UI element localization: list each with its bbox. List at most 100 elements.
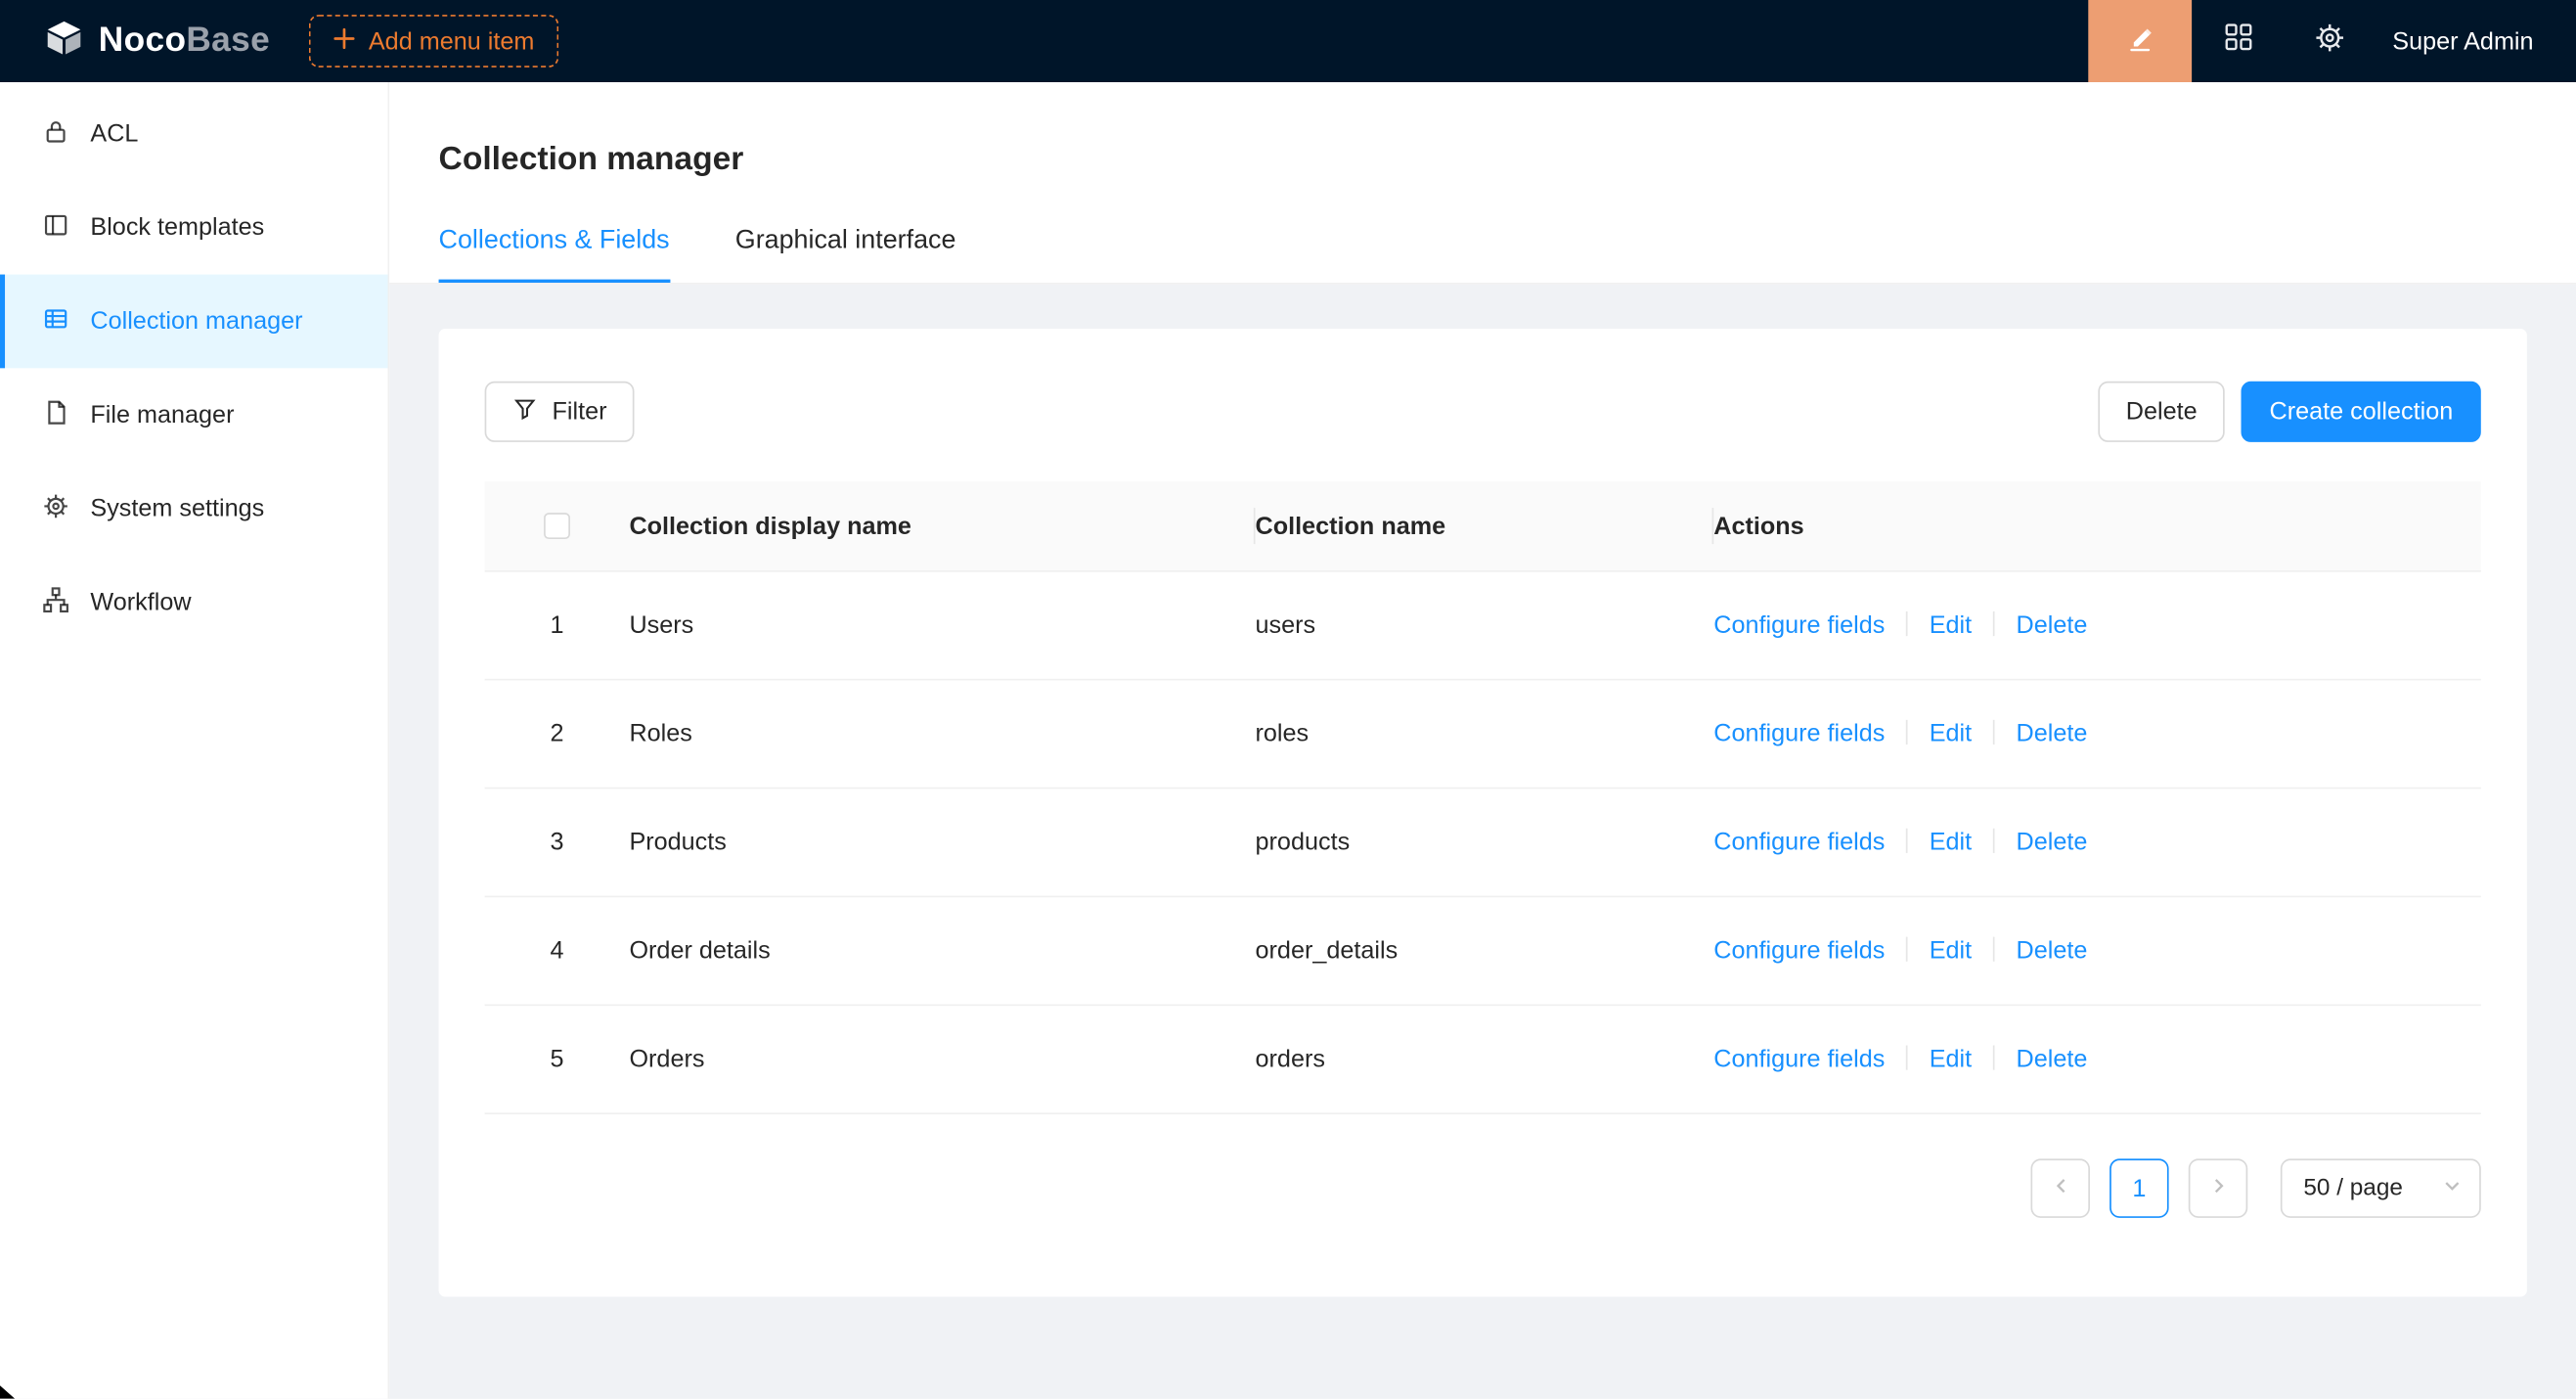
settings-button[interactable] xyxy=(2284,0,2376,82)
cell-display-name: Order details xyxy=(629,937,1255,966)
plugins-button[interactable] xyxy=(2192,0,2284,82)
cell-collection-name: order_details xyxy=(1256,937,1714,966)
configure-fields-link[interactable]: Configure fields xyxy=(1713,829,1885,857)
action-divider xyxy=(1993,937,1995,962)
edit-link[interactable]: Edit xyxy=(1930,829,1972,857)
cube-logo-icon xyxy=(43,16,86,67)
row-index: 2 xyxy=(485,720,630,748)
cell-collection-name: users xyxy=(1256,611,1714,640)
action-divider xyxy=(1906,829,1908,853)
select-all-checkbox[interactable] xyxy=(544,513,570,539)
sidebar-item-block-templates[interactable]: Block templates xyxy=(0,181,387,275)
add-menu-item-button[interactable]: Add menu item xyxy=(309,15,558,68)
sidebar-item-label: File manager xyxy=(90,401,234,429)
column-header-collection-name: Collection name xyxy=(1256,481,1714,570)
tab-collections-fields[interactable]: Collections & Fields xyxy=(439,227,670,283)
layout-icon xyxy=(43,211,69,245)
tab-graphical-interface[interactable]: Graphical interface xyxy=(735,227,956,283)
edit-link[interactable]: Edit xyxy=(1930,937,1972,966)
app-root: NocoBase Add menu item xyxy=(0,0,2576,1399)
sidebar-item-label: Block templates xyxy=(90,213,264,242)
table-icon xyxy=(43,305,69,338)
action-divider xyxy=(1906,1045,1908,1069)
lock-icon xyxy=(43,117,69,151)
sidebar-item-system-settings[interactable]: System settings xyxy=(0,462,387,556)
action-divider xyxy=(1993,720,1995,745)
cell-actions: Configure fields Edit Delete xyxy=(1713,937,2481,966)
cursor-artifact xyxy=(0,1385,15,1398)
page-number-1[interactable]: 1 xyxy=(2110,1158,2168,1217)
content-area: Filter Delete Create collection Collecti… xyxy=(389,285,2576,1399)
sidebar-item-file-manager[interactable]: File manager xyxy=(0,368,387,462)
edit-link[interactable]: Edit xyxy=(1930,1045,1972,1073)
settings-sidebar: ACL Block templates Collection manager xyxy=(0,82,389,1399)
row-index: 4 xyxy=(485,937,630,966)
apps-grid-icon xyxy=(2224,23,2252,60)
row-index: 1 xyxy=(485,611,630,640)
table-row: 2 Roles roles Configure fields Edit Delete xyxy=(485,681,2481,790)
collections-table: Collection display name Collection name … xyxy=(485,481,2481,1114)
sidebar-item-label: Workflow xyxy=(90,588,191,616)
gear-icon xyxy=(2315,23,2344,61)
current-user-menu[interactable]: Super Admin xyxy=(2376,27,2576,56)
cell-display-name: Orders xyxy=(629,1045,1255,1073)
table-row: 1 Users users Configure fieldsEditDelete xyxy=(485,572,2481,681)
chevron-down-icon xyxy=(2443,1175,2461,1201)
create-collection-button[interactable]: Create collection xyxy=(2242,382,2481,442)
sidebar-item-collection-manager[interactable]: Collection manager xyxy=(0,275,387,369)
plus-icon xyxy=(334,27,356,56)
page-title: Collection manager xyxy=(439,136,2527,182)
workflow-icon xyxy=(43,586,69,619)
delete-button[interactable]: Delete xyxy=(2098,382,2225,442)
cell-collection-name: roles xyxy=(1256,720,1714,748)
table-row: 4 Order details order_details Configure … xyxy=(485,897,2481,1006)
delete-link[interactable]: Delete xyxy=(2017,829,2088,857)
tab-bar: Collections & Fields Graphical interface xyxy=(439,227,2527,283)
table-row: 5 Orders orders Configure fieldsEditDele… xyxy=(485,1006,2481,1114)
page-size-value: 50 / page xyxy=(2303,1175,2403,1201)
configure-fields-link[interactable]: Configure fields xyxy=(1713,937,1885,966)
delete-link[interactable]: Delete xyxy=(2017,720,2088,748)
sidebar-item-label: Collection manager xyxy=(90,307,302,336)
table-row: 3 Products products Configure fieldsEdit… xyxy=(485,789,2481,897)
next-page-button[interactable] xyxy=(2189,1158,2247,1217)
action-divider xyxy=(1993,1045,1995,1069)
action-divider xyxy=(1993,829,1995,853)
sidebar-item-workflow[interactable]: Workflow xyxy=(0,556,387,650)
collections-card: Filter Delete Create collection Collecti… xyxy=(439,329,2527,1297)
delete-link[interactable]: Delete xyxy=(2017,1045,2088,1073)
action-divider xyxy=(1906,937,1908,962)
delete-link[interactable]: Delete xyxy=(2017,937,2088,966)
page-size-select[interactable]: 50 / page xyxy=(2281,1158,2481,1217)
column-header-actions: Actions xyxy=(1713,481,2481,570)
sidebar-item-label: ACL xyxy=(90,120,138,149)
row-index: 3 xyxy=(485,829,630,857)
delete-link[interactable]: Delete xyxy=(2017,611,2088,640)
chevron-left-icon xyxy=(2051,1174,2068,1203)
prev-page-button[interactable] xyxy=(2030,1158,2089,1217)
action-divider xyxy=(1906,611,1908,636)
cell-display-name: Roles xyxy=(629,720,1255,748)
edit-link[interactable]: Edit xyxy=(1930,611,1972,640)
cell-collection-name: products xyxy=(1256,829,1714,857)
highlighter-icon xyxy=(2124,22,2155,61)
sidebar-item-acl[interactable]: ACL xyxy=(0,87,387,181)
edit-link[interactable]: Edit xyxy=(1930,720,1972,748)
top-header: NocoBase Add menu item xyxy=(0,0,2576,82)
chevron-right-icon xyxy=(2209,1174,2227,1203)
logo-text: NocoBase xyxy=(99,22,270,61)
configure-fields-link[interactable]: Configure fields xyxy=(1713,611,1885,640)
action-divider xyxy=(1993,611,1995,636)
file-icon xyxy=(43,398,69,431)
header-right-cluster: Super Admin xyxy=(2088,0,2576,82)
configure-fields-link[interactable]: Configure fields xyxy=(1713,720,1885,748)
cell-actions: Configure fields Edit Delete xyxy=(1713,720,2481,748)
table-header-row: Collection display name Collection name … xyxy=(485,481,2481,571)
configure-fields-link[interactable]: Configure fields xyxy=(1713,1045,1885,1073)
cell-actions: Configure fields Edit Delete xyxy=(1713,611,2481,640)
nocobase-logo[interactable]: NocoBase xyxy=(0,16,303,67)
filter-button[interactable]: Filter xyxy=(485,382,635,442)
ui-editor-button[interactable] xyxy=(2088,0,2192,82)
action-divider xyxy=(1906,720,1908,745)
row-index: 5 xyxy=(485,1045,630,1073)
